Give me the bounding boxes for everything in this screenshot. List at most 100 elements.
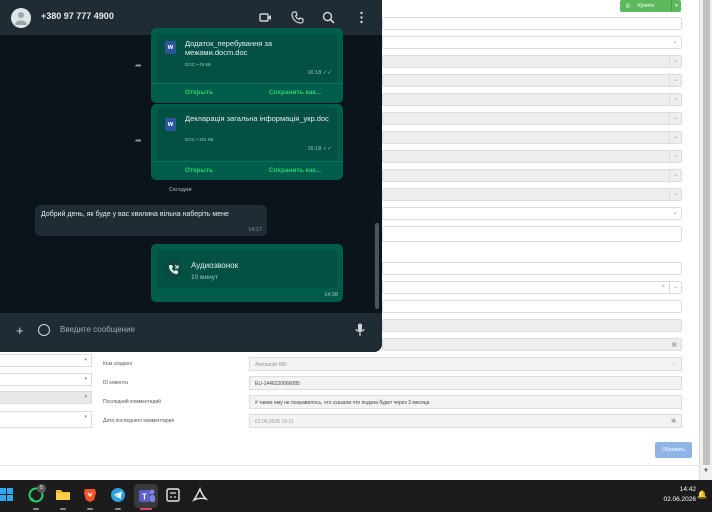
client-id-field[interactable]: EU-1446220666085 bbox=[249, 376, 682, 390]
crm-field[interactable] bbox=[382, 300, 682, 313]
field-label: Последний комментарий bbox=[103, 399, 161, 405]
document-card[interactable]: w Декларація загальна інформація_укр.doc… bbox=[157, 108, 337, 160]
microphone-icon[interactable] bbox=[355, 323, 365, 337]
telegram-icon[interactable] bbox=[110, 487, 126, 503]
update-button[interactable]: Обновить bbox=[655, 442, 692, 458]
crm-select[interactable]: ⌄ bbox=[382, 74, 682, 87]
running-indicator bbox=[60, 508, 66, 510]
crm-field[interactable] bbox=[382, 226, 682, 242]
crm-select[interactable]: ⌄ bbox=[382, 150, 682, 163]
chevron-down-icon[interactable]: ▾ bbox=[671, 0, 681, 12]
taskbar: 5 T 14:42 02.06.2026 🔔 bbox=[0, 480, 712, 512]
calendar-icon: ▣ bbox=[671, 342, 677, 348]
crm-select[interactable]: ⌄ bbox=[382, 169, 682, 182]
crm-select[interactable]: ⌄ bbox=[382, 188, 682, 201]
chevron-down-icon: ▾ bbox=[84, 414, 87, 420]
calculator-icon[interactable] bbox=[165, 487, 181, 503]
chevron-down-icon: ⌄ bbox=[672, 39, 678, 45]
crm-select[interactable]: ⌄ bbox=[382, 55, 682, 68]
clear-icon[interactable]: × bbox=[661, 284, 665, 290]
chat-scrollbar[interactable] bbox=[375, 223, 379, 309]
message-time: 14:38 bbox=[324, 292, 338, 298]
chevron-down-icon: ⌄ bbox=[669, 56, 681, 67]
left-select[interactable]: ▾ bbox=[0, 391, 92, 404]
divider bbox=[0, 465, 699, 466]
message-time: 16:18 ✓✓ bbox=[307, 146, 332, 152]
chevron-down-icon: ⌄ bbox=[669, 170, 681, 181]
running-indicator bbox=[87, 508, 93, 510]
crm-select[interactable]: ⌄ bbox=[382, 36, 682, 49]
call-duration: 10 минут bbox=[191, 274, 218, 281]
message-input[interactable]: Введите сообщение bbox=[60, 325, 135, 334]
crm-field[interactable] bbox=[382, 262, 682, 275]
chevron-down-icon: ▾ bbox=[84, 376, 87, 382]
search-icon[interactable] bbox=[322, 11, 335, 24]
avatar[interactable] bbox=[11, 8, 31, 28]
left-select[interactable]: ▾ bbox=[0, 354, 92, 367]
whatsapp-window: +380 97 777 4900 w Додаток_перебування з… bbox=[0, 0, 382, 352]
whatsapp-icon[interactable]: 5 bbox=[28, 484, 46, 503]
active-indicator bbox=[140, 508, 152, 510]
contact-name[interactable]: +380 97 777 4900 bbox=[41, 11, 114, 21]
chevron-down-icon: ⌄ bbox=[672, 210, 678, 216]
open-button[interactable]: Открыть bbox=[151, 84, 247, 100]
field-value: EU-1446220666085 bbox=[255, 381, 300, 387]
field-label: ID клиента bbox=[103, 380, 128, 386]
video-call-icon[interactable] bbox=[259, 11, 272, 24]
page-scrollbar[interactable]: ▼ bbox=[699, 0, 712, 480]
left-select[interactable]: ▾ bbox=[0, 411, 92, 428]
acrobat-icon[interactable] bbox=[191, 487, 209, 503]
scroll-down-icon[interactable]: ▼ bbox=[703, 468, 709, 474]
clock-time[interactable]: 14:42 bbox=[662, 486, 696, 493]
emoji-icon[interactable] bbox=[38, 324, 50, 336]
call-button[interactable]: ✆ Купити ▾ bbox=[620, 0, 681, 12]
forward-icon[interactable]: ➦ bbox=[135, 61, 142, 70]
teams-icon[interactable]: T bbox=[134, 484, 158, 508]
notification-bell-icon[interactable]: 🔔 bbox=[697, 490, 707, 499]
call-card[interactable]: Аудиозвонок 10 минут bbox=[157, 250, 337, 288]
last-comment-field[interactable]: # также ему не понравилось, что сказали … bbox=[249, 395, 682, 409]
last-comment-date-field[interactable]: 01.06.2026 16:11 ▣ bbox=[249, 414, 682, 428]
crm-select[interactable]: ⌄ bbox=[382, 207, 682, 220]
chevron-down-icon: ⌄ bbox=[669, 113, 681, 124]
message-text: Добрий день, як буде у вас хвилина вільн… bbox=[41, 211, 229, 218]
crm-select[interactable]: ⌄ bbox=[382, 131, 682, 144]
left-select[interactable]: ▾ bbox=[0, 373, 92, 386]
document-meta: DOC • 201 КБ bbox=[185, 137, 214, 142]
document-name: Додаток_перебування за межами.docm.doc bbox=[185, 39, 273, 57]
document-name: Декларація загальна інформація_укр.doc bbox=[185, 114, 329, 123]
open-button[interactable]: Открыть bbox=[151, 162, 247, 178]
chevron-down-icon: ⌄ bbox=[669, 151, 681, 162]
brave-icon[interactable] bbox=[82, 487, 98, 503]
save-as-button[interactable]: Сохранить как... bbox=[247, 162, 343, 178]
crm-date-field[interactable]: ▣ bbox=[382, 338, 682, 351]
crm-select[interactable]: × ⌄ bbox=[382, 281, 682, 294]
created-by-field[interactable]: Aleksandr 685 ⌄ bbox=[249, 357, 682, 371]
document-meta: DOC • 45 КБ bbox=[185, 62, 211, 67]
notification-badge: 5 bbox=[37, 484, 46, 493]
document-actions: Открыть Сохранить как... bbox=[151, 161, 343, 178]
file-explorer-icon[interactable] bbox=[55, 487, 71, 503]
chevron-down-icon: ▾ bbox=[84, 357, 87, 363]
crm-select[interactable]: ⌄ bbox=[382, 93, 682, 106]
chevron-down-icon: ⌄ bbox=[671, 361, 676, 367]
windows-start-icon[interactable] bbox=[0, 487, 14, 503]
chevron-down-icon: ⌄ bbox=[669, 75, 681, 86]
crm-field[interactable] bbox=[382, 17, 682, 30]
field-value: # также ему не понравилось, что сказали … bbox=[255, 400, 430, 406]
document-card[interactable]: w Додаток_перебування за межами.docm.doc… bbox=[157, 34, 337, 83]
scrollbar-thumb[interactable] bbox=[703, 0, 710, 465]
crm-select[interactable]: ⌄ bbox=[382, 112, 682, 125]
save-as-button[interactable]: Сохранить как... bbox=[247, 84, 343, 100]
word-doc-icon: w bbox=[165, 118, 176, 131]
forward-icon[interactable]: ➦ bbox=[135, 136, 142, 145]
running-indicator bbox=[33, 508, 39, 510]
more-options-icon[interactable] bbox=[355, 11, 368, 24]
call-button-label: Купити bbox=[638, 3, 654, 9]
person-icon bbox=[15, 12, 27, 25]
attach-icon[interactable]: + bbox=[16, 323, 24, 338]
phone-call-icon[interactable] bbox=[291, 11, 304, 24]
clock-date[interactable]: 02.06.2026 bbox=[646, 496, 696, 503]
call-message: Аудиозвонок 10 минут 14:38 bbox=[151, 244, 343, 302]
running-indicator bbox=[115, 508, 121, 510]
